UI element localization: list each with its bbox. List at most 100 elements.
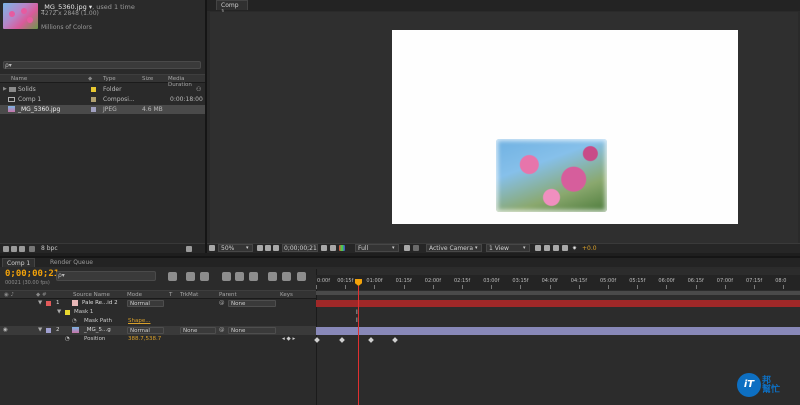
exposure-icon[interactable]: ✷ bbox=[572, 245, 577, 252]
label-color-swatch[interactable] bbox=[46, 328, 51, 333]
brainstorm-icon[interactable] bbox=[268, 272, 277, 281]
live-update-icon[interactable] bbox=[186, 272, 195, 281]
auto-keyframe-icon[interactable] bbox=[282, 272, 291, 281]
column-name[interactable]: Name bbox=[11, 76, 27, 82]
ruler-tick-mark bbox=[608, 285, 609, 289]
stopwatch-icon[interactable]: ◔ bbox=[65, 336, 70, 342]
ruler-tick-mark bbox=[432, 285, 434, 289]
item-name: Solids bbox=[18, 86, 36, 93]
label-column-icon[interactable]: ◆ # bbox=[36, 292, 47, 298]
label-color-swatch[interactable] bbox=[91, 87, 96, 92]
timeline-search-input[interactable] bbox=[56, 271, 156, 281]
frame-blending-icon[interactable] bbox=[235, 272, 244, 281]
stopwatch-icon[interactable]: ◔ bbox=[72, 318, 77, 324]
project-search-input[interactable] bbox=[3, 61, 201, 69]
comp-mini-flowchart-icon[interactable] bbox=[168, 272, 177, 281]
expand-triangle-icon[interactable]: ▼ bbox=[38, 300, 42, 306]
ruler-tick-label: 05:00f bbox=[600, 278, 617, 284]
ruler-tick-label: 08:0 bbox=[775, 278, 787, 284]
mask-visibility-icon[interactable] bbox=[273, 245, 279, 251]
column-t[interactable]: T bbox=[169, 292, 172, 298]
label-color-swatch[interactable] bbox=[91, 107, 96, 112]
interpret-footage-icon[interactable] bbox=[3, 246, 9, 252]
project-panel bbox=[0, 0, 205, 253]
project-item[interactable]: ▶ Solids Folder bbox=[0, 85, 205, 94]
work-area-bar[interactable] bbox=[316, 291, 800, 295]
mask-path-value[interactable]: Shape... bbox=[128, 318, 150, 324]
always-preview-icon[interactable] bbox=[209, 245, 215, 251]
toggle-pixel-aspect-icon[interactable] bbox=[535, 245, 541, 251]
mode-dropdown[interactable]: Normal bbox=[127, 300, 164, 307]
pickwhip-icon[interactable]: @ bbox=[219, 327, 225, 333]
snapshot-icon[interactable] bbox=[321, 245, 327, 251]
safe-zones-icon[interactable] bbox=[257, 245, 263, 251]
layer-bar-1[interactable] bbox=[316, 300, 800, 307]
parent-dropdown[interactable]: None bbox=[228, 327, 276, 334]
flowchart-icon[interactable] bbox=[562, 245, 568, 251]
image-layer-preview[interactable] bbox=[496, 139, 607, 212]
label-color-swatch[interactable] bbox=[46, 301, 51, 306]
region-of-interest-icon[interactable] bbox=[404, 245, 410, 251]
tab-comp-1-timeline[interactable]: Comp 1 bbox=[2, 258, 36, 267]
eye-icon[interactable]: ◉ bbox=[3, 327, 8, 333]
ruler-tick-label: 05:15f bbox=[629, 278, 646, 284]
keyframe-navigator-icon[interactable]: ◂ ◆ ▸ bbox=[282, 336, 295, 342]
graph-editor-icon[interactable] bbox=[297, 272, 306, 281]
label-column-icon[interactable]: ◆ bbox=[88, 76, 92, 82]
column-mode[interactable]: Mode bbox=[127, 292, 142, 298]
new-composition-icon[interactable] bbox=[19, 246, 25, 252]
motion-blur-icon[interactable] bbox=[249, 272, 258, 281]
channel-icon[interactable] bbox=[339, 245, 345, 251]
timeline-icon[interactable] bbox=[553, 245, 559, 251]
layer-number: 1 bbox=[56, 300, 60, 306]
column-keys[interactable]: Keys bbox=[280, 292, 293, 298]
parent-dropdown[interactable]: None bbox=[228, 300, 276, 307]
mask-color-swatch[interactable] bbox=[65, 310, 70, 315]
fast-previews-icon[interactable] bbox=[544, 245, 550, 251]
column-trkmat[interactable]: TrkMat bbox=[180, 292, 198, 298]
transparency-grid-icon[interactable] bbox=[413, 245, 419, 251]
chevron-down-icon: ▾ bbox=[246, 245, 249, 251]
watermark-text-line-2: 幫忙 bbox=[762, 385, 781, 395]
item-type: Composi... bbox=[103, 96, 135, 103]
layer-row[interactable]: ▼ 1 Pale Re...id 2 Normal @ None bbox=[0, 299, 316, 308]
av-features-icon[interactable]: ◉ ♪ bbox=[4, 292, 14, 298]
draft-3d-icon[interactable] bbox=[200, 272, 209, 281]
property-row[interactable]: ◔ Mask Path Shape... bbox=[0, 317, 316, 326]
column-source-name[interactable]: Source Name bbox=[73, 292, 110, 298]
layer-bar-2[interactable] bbox=[316, 327, 800, 335]
property-row[interactable]: ◔ Position 388.7,538.7 ◂ ◆ ▸ bbox=[0, 335, 316, 344]
expand-triangle-icon[interactable]: ▶ bbox=[3, 86, 7, 92]
new-folder-icon[interactable] bbox=[11, 246, 17, 252]
trkmat-dropdown[interactable]: None bbox=[180, 327, 216, 334]
layer-name: _MG_5...g bbox=[84, 327, 111, 333]
timeline-current-time[interactable]: 0;00;00;21 bbox=[5, 269, 59, 279]
pickwhip-icon[interactable]: @ bbox=[219, 300, 225, 306]
mode-dropdown[interactable]: Normal bbox=[127, 327, 164, 334]
resolution-value: Full bbox=[358, 245, 369, 252]
tab-render-queue[interactable]: Render Queue bbox=[46, 258, 97, 267]
column-size[interactable]: Size bbox=[142, 76, 153, 82]
project-footer bbox=[0, 243, 205, 253]
mask-row[interactable]: ▼ Mask 1 bbox=[0, 308, 316, 317]
hide-shy-layers-icon[interactable] bbox=[222, 272, 231, 281]
delete-icon[interactable] bbox=[186, 246, 192, 252]
grid-icon[interactable] bbox=[265, 245, 271, 251]
project-item-selected[interactable]: _MG_5360.jpg JPEG 4.6 MB bbox=[0, 105, 205, 114]
ruler-tick-label: 03:00f bbox=[483, 278, 500, 284]
bit-depth-label[interactable]: 8 bpc bbox=[41, 245, 58, 252]
show-snapshot-icon[interactable] bbox=[330, 245, 336, 251]
exposure-value[interactable]: +0.0 bbox=[582, 245, 597, 252]
expand-triangle-icon[interactable]: ▼ bbox=[57, 309, 61, 315]
layer-row-selected[interactable]: ◉ ▼ 2 _MG_5...g Normal None @ None bbox=[0, 326, 316, 335]
color-depth-icon[interactable] bbox=[29, 246, 35, 252]
column-parent[interactable]: Parent bbox=[219, 292, 237, 298]
column-type[interactable]: Type bbox=[103, 76, 116, 82]
ruler-tick-mark bbox=[695, 285, 697, 289]
position-value[interactable]: 388.7,538.7 bbox=[128, 336, 161, 342]
label-color-swatch[interactable] bbox=[91, 97, 96, 102]
project-item[interactable]: Comp 1 Composi... 0:00:18:00 bbox=[0, 95, 205, 104]
tab-comp-1[interactable]: Comp 1 bbox=[216, 0, 248, 16]
current-time-indicator-line[interactable] bbox=[358, 286, 359, 405]
expand-triangle-icon[interactable]: ▼ bbox=[38, 327, 42, 333]
